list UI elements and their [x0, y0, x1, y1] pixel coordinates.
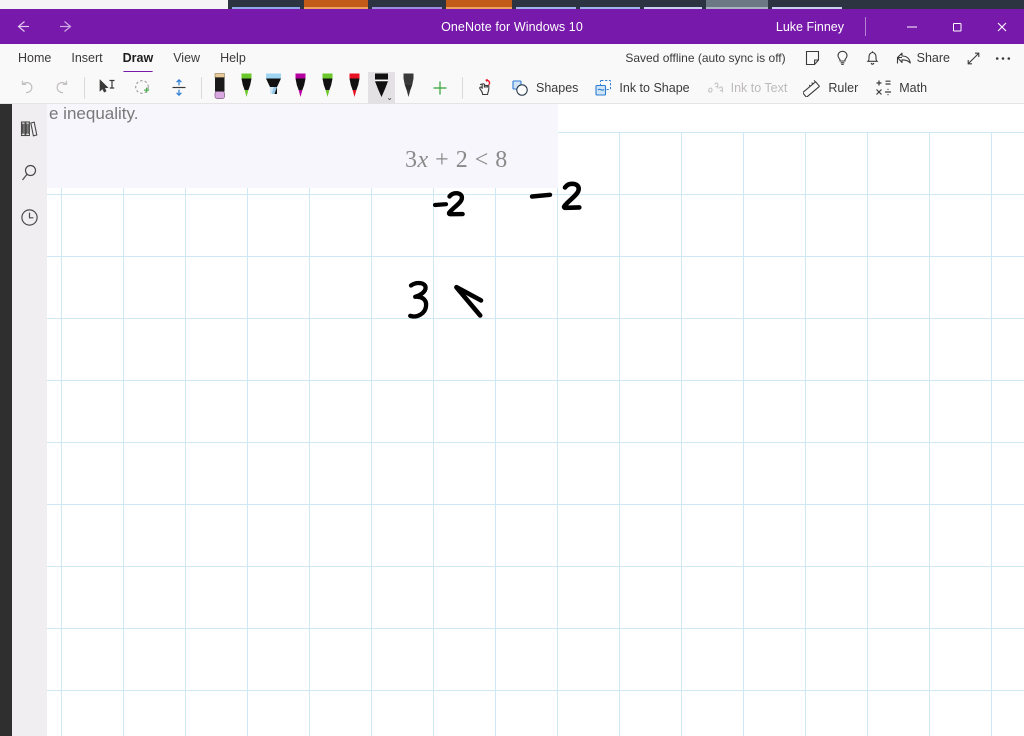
lasso-text-select-icon[interactable]	[89, 73, 125, 103]
minimize-button[interactable]	[889, 9, 934, 44]
ruler-icon	[803, 79, 821, 97]
shapes-button[interactable]: Shapes	[503, 73, 586, 103]
undo-button[interactable]	[8, 73, 44, 103]
share-icon	[896, 52, 911, 64]
math-icon	[876, 80, 892, 96]
recent-notes-icon[interactable]	[15, 202, 45, 232]
taskbar-item	[516, 0, 576, 9]
ink-to-shape-label: Ink to Shape	[619, 80, 690, 95]
account-name[interactable]: Luke Finney	[776, 20, 844, 34]
tab-view[interactable]: View	[163, 44, 210, 72]
redo-button[interactable]	[44, 73, 80, 103]
math-button[interactable]: Math	[866, 73, 935, 103]
pen-options-chevron-down-icon[interactable]: ⌄	[386, 93, 393, 102]
add-pen-button[interactable]	[422, 73, 458, 103]
ribbon-right-tools: Saved offline (auto sync is off) Share	[625, 44, 1018, 72]
taskbar-sliver	[0, 0, 1024, 9]
taskbar-item	[304, 0, 368, 9]
ink-less-than	[454, 284, 484, 318]
note-canvas[interactable]: e inequality. 3x + 2 < 8	[47, 104, 1024, 736]
close-button[interactable]	[979, 9, 1024, 44]
toolbar-divider	[201, 76, 202, 99]
highlighter-blue[interactable]	[260, 72, 287, 104]
navigation-rail	[12, 104, 47, 736]
toolbar-divider	[462, 76, 463, 99]
ruler-label: Ruler	[828, 80, 859, 95]
ink-layer	[408, 181, 582, 319]
pen-eraser[interactable]	[206, 72, 233, 104]
save-status-text: Saved offline (auto sync is off)	[625, 51, 786, 65]
pen-red[interactable]	[341, 72, 368, 104]
pen-magenta[interactable]	[287, 72, 314, 104]
taskbar-item	[232, 0, 300, 9]
toolbar-divider	[84, 76, 85, 99]
maximize-button[interactable]	[934, 9, 979, 44]
bell-notification-icon[interactable]	[858, 44, 888, 72]
ink-minus-two-left	[432, 191, 465, 217]
pen-green[interactable]	[233, 72, 260, 104]
taskbar-item	[644, 0, 702, 9]
shapes-icon	[512, 79, 528, 96]
ellipsis-icon[interactable]	[988, 44, 1018, 72]
taskbar-left-area	[0, 0, 228, 9]
math-label: Math	[899, 80, 928, 95]
lasso-select-icon[interactable]	[125, 73, 161, 103]
search-icon[interactable]	[15, 158, 45, 188]
notebooks-icon[interactable]	[15, 114, 45, 144]
shapes-label: Shapes	[536, 80, 579, 95]
pen-dark-grey[interactable]	[395, 72, 422, 104]
taskbar-item	[446, 0, 512, 9]
ruler-button[interactable]: Ruler	[795, 73, 866, 103]
tab-help[interactable]: Help	[210, 44, 256, 72]
draw-toolbar: ⌄ Shapes Ink to Shape Ink to Text Ruler …	[0, 71, 1024, 104]
pen-black-selected[interactable]: ⌄	[368, 71, 395, 104]
share-button[interactable]: Share	[888, 44, 958, 72]
taskbar-item	[706, 0, 768, 9]
ink-to-shape-button[interactable]: Ink to Shape	[586, 73, 697, 103]
ink-to-shape-icon	[595, 79, 612, 96]
titlebar-separator	[865, 17, 866, 36]
taskbar-item	[772, 0, 842, 9]
window-controls	[889, 9, 1024, 44]
onenote-window: OneNote for Windows 10 Luke Finney Home …	[0, 0, 1024, 736]
ink-minus-two-right	[529, 181, 582, 211]
tab-insert[interactable]: Insert	[61, 44, 112, 72]
taskbar-item	[372, 0, 442, 9]
ink-to-text-label: Ink to Text	[730, 80, 788, 95]
ink-gestures-icon[interactable]	[467, 73, 503, 103]
tab-home[interactable]: Home	[8, 44, 61, 72]
expand-diagonal-icon[interactable]	[958, 44, 988, 72]
ink-three	[408, 280, 429, 319]
title-bar: OneNote for Windows 10 Luke Finney	[0, 9, 1024, 44]
window-title: OneNote for Windows 10	[441, 19, 583, 34]
pen-green-2[interactable]	[314, 72, 341, 104]
lightbulb-icon[interactable]	[828, 44, 858, 72]
tab-draw[interactable]: Draw	[113, 44, 164, 74]
sticky-note-icon[interactable]	[798, 44, 828, 72]
ink-to-text-icon	[707, 81, 723, 93]
ink-to-text-button[interactable]: Ink to Text	[698, 73, 796, 103]
background-window-edge	[0, 104, 12, 736]
share-label: Share	[916, 51, 950, 65]
taskbar-item	[580, 0, 640, 9]
insert-space-icon[interactable]	[161, 73, 197, 103]
